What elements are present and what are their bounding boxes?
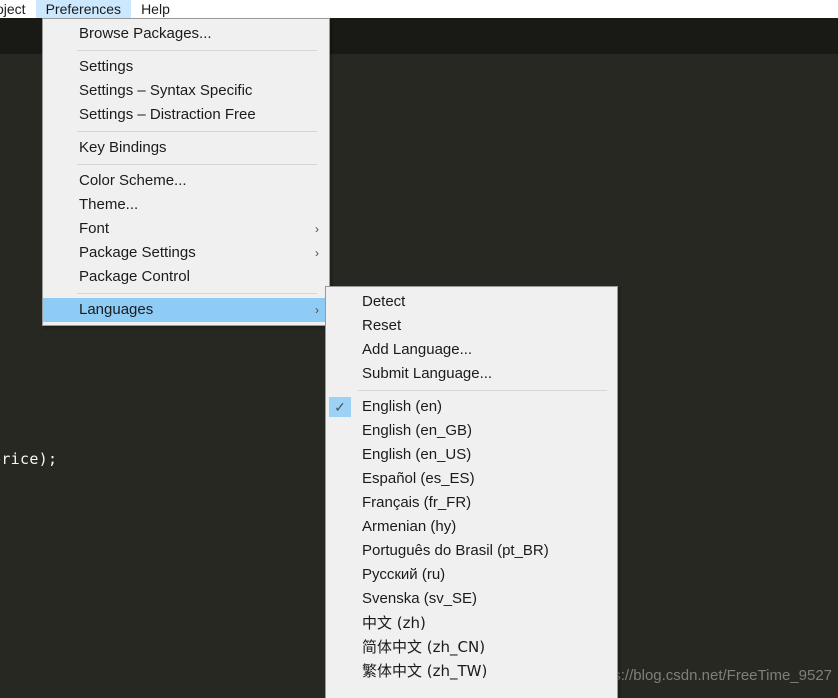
lang-menu-item-label: 繁体中文 (zh_TW) xyxy=(362,662,488,680)
lang-menu-item-label: Português do Brasil (pt_BR) xyxy=(362,542,549,559)
lang-menu-item-detect[interactable]: Detect xyxy=(326,290,617,314)
prefs-menu-item-settings-syntax-specific[interactable]: Settings – Syntax Specific xyxy=(43,79,329,103)
prefs-menu-item-label: Package Control xyxy=(79,268,190,285)
lang-menu-item-zh-cn[interactable]: 简体中文 (zh_CN) xyxy=(326,635,617,659)
lang-menu-item-english-en-gb[interactable]: English (en_GB) xyxy=(326,419,617,443)
prefs-menu-item-languages[interactable]: Languages › xyxy=(43,298,329,322)
lang-menu-item-label: English (en_GB) xyxy=(362,422,473,439)
menu-separator xyxy=(77,293,317,294)
prefs-menu-item-label: Package Settings xyxy=(79,244,196,261)
lang-menu-item-label: Submit Language... xyxy=(362,365,493,382)
lang-menu-item-label: Add Language... xyxy=(362,341,473,358)
menubar-item-oject[interactable]: oject xyxy=(0,0,36,18)
prefs-menu-item-label: Font xyxy=(79,220,110,237)
lang-menu-item-portugu-s-do-brasil-pt-br[interactable]: Português do Brasil (pt_BR) xyxy=(326,539,617,563)
prefs-menu-item-label: Browse Packages... xyxy=(79,25,212,42)
menu-separator xyxy=(358,390,607,391)
prefs-menu-item-settings[interactable]: Settings xyxy=(43,55,329,79)
lang-menu-item-zh[interactable]: 中文 (zh) xyxy=(326,611,617,635)
lang-menu-item-ru[interactable]: Русский (ru) xyxy=(326,563,617,587)
checkmark-glyph: ✓ xyxy=(334,399,346,415)
prefs-menu-item-label: Settings – Syntax Specific xyxy=(79,82,253,99)
lang-menu-item-espa-ol-es-es[interactable]: Español (es_ES) xyxy=(326,467,617,491)
prefs-menu-item-browse-packages[interactable]: Browse Packages... xyxy=(43,22,329,46)
lang-menu-item-label: Français (fr_FR) xyxy=(362,494,472,511)
lang-menu-item-zh-tw[interactable]: 繁体中文 (zh_TW) xyxy=(326,659,617,683)
lang-menu-item-label: 简体中文 (zh_CN) xyxy=(362,638,486,656)
lang-menu-item-svenska-sv-se[interactable]: Svenska (sv_SE) xyxy=(326,587,617,611)
languages-submenu-panel: Detect Reset Add Language... Submit Languag… xyxy=(325,286,618,698)
menubar-item-preferences[interactable]: Preferences xyxy=(35,0,132,18)
lang-menu-item-label: Reset xyxy=(362,317,402,334)
menu-separator xyxy=(77,164,317,165)
prefs-menu-item-key-bindings[interactable]: Key Bindings xyxy=(43,136,329,160)
code-line: price); xyxy=(0,450,58,468)
menu-separator xyxy=(77,131,317,132)
menu-bar: ojectPreferencesHelp xyxy=(0,0,838,18)
chevron-right-icon: › xyxy=(315,246,319,260)
lang-menu-item-submit-language[interactable]: Submit Language... xyxy=(326,362,617,386)
chevron-right-icon: › xyxy=(315,222,319,236)
prefs-menu-item-label: Languages xyxy=(79,301,154,318)
prefs-menu-item-font[interactable]: Font › xyxy=(43,217,329,241)
lang-menu-item-armenian-hy[interactable]: Armenian (hy) xyxy=(326,515,617,539)
lang-menu-item-add-language[interactable]: Add Language... xyxy=(326,338,617,362)
lang-menu-item-label: English (en) xyxy=(362,398,443,415)
prefs-menu-item-label: Key Bindings xyxy=(79,139,167,156)
lang-menu-item-label: Español (es_ES) xyxy=(362,470,475,487)
prefs-menu-item-package-settings[interactable]: Package Settings › xyxy=(43,241,329,265)
chevron-right-icon: › xyxy=(315,303,319,317)
prefs-menu-item-settings-distraction-free[interactable]: Settings – Distraction Free xyxy=(43,103,329,127)
lang-menu-item-english-en-us[interactable]: English (en_US) xyxy=(326,443,617,467)
prefs-menu-item-label: Color Scheme... xyxy=(79,172,187,189)
lang-menu-item-label: Svenska (sv_SE) xyxy=(362,590,478,607)
prefs-menu-item-label: Settings xyxy=(79,58,134,75)
prefs-menu-item-label: Settings – Distraction Free xyxy=(79,106,256,123)
lang-menu-item-english-en[interactable]: ✓ English (en) xyxy=(326,395,617,419)
check-icon: ✓ xyxy=(329,397,351,417)
menubar-item-help[interactable]: Help xyxy=(131,0,180,18)
prefs-menu-item-label: Theme... xyxy=(79,196,139,213)
preferences-menu-panel: Browse Packages... Settings Settings – Syn… xyxy=(42,18,330,326)
lang-menu-item-fran-ais-fr-fr[interactable]: Français (fr_FR) xyxy=(326,491,617,515)
lang-menu-item-label: English (en_US) xyxy=(362,446,472,463)
lang-menu-item-label: 中文 (zh) xyxy=(362,614,426,632)
prefs-menu-item-package-control[interactable]: Package Control xyxy=(43,265,329,289)
prefs-menu-item-theme[interactable]: Theme... xyxy=(43,193,329,217)
prefs-menu-item-color-scheme[interactable]: Color Scheme... xyxy=(43,169,329,193)
lang-menu-item-label: Armenian (hy) xyxy=(362,518,457,535)
lang-menu-item-reset[interactable]: Reset xyxy=(326,314,617,338)
lang-menu-item-label: Detect xyxy=(362,293,406,310)
menu-separator xyxy=(77,50,317,51)
application-window: price); https://blog.csdn.net/FreeTime_9… xyxy=(0,0,838,698)
lang-menu-item-label: Русский (ru) xyxy=(362,566,446,583)
